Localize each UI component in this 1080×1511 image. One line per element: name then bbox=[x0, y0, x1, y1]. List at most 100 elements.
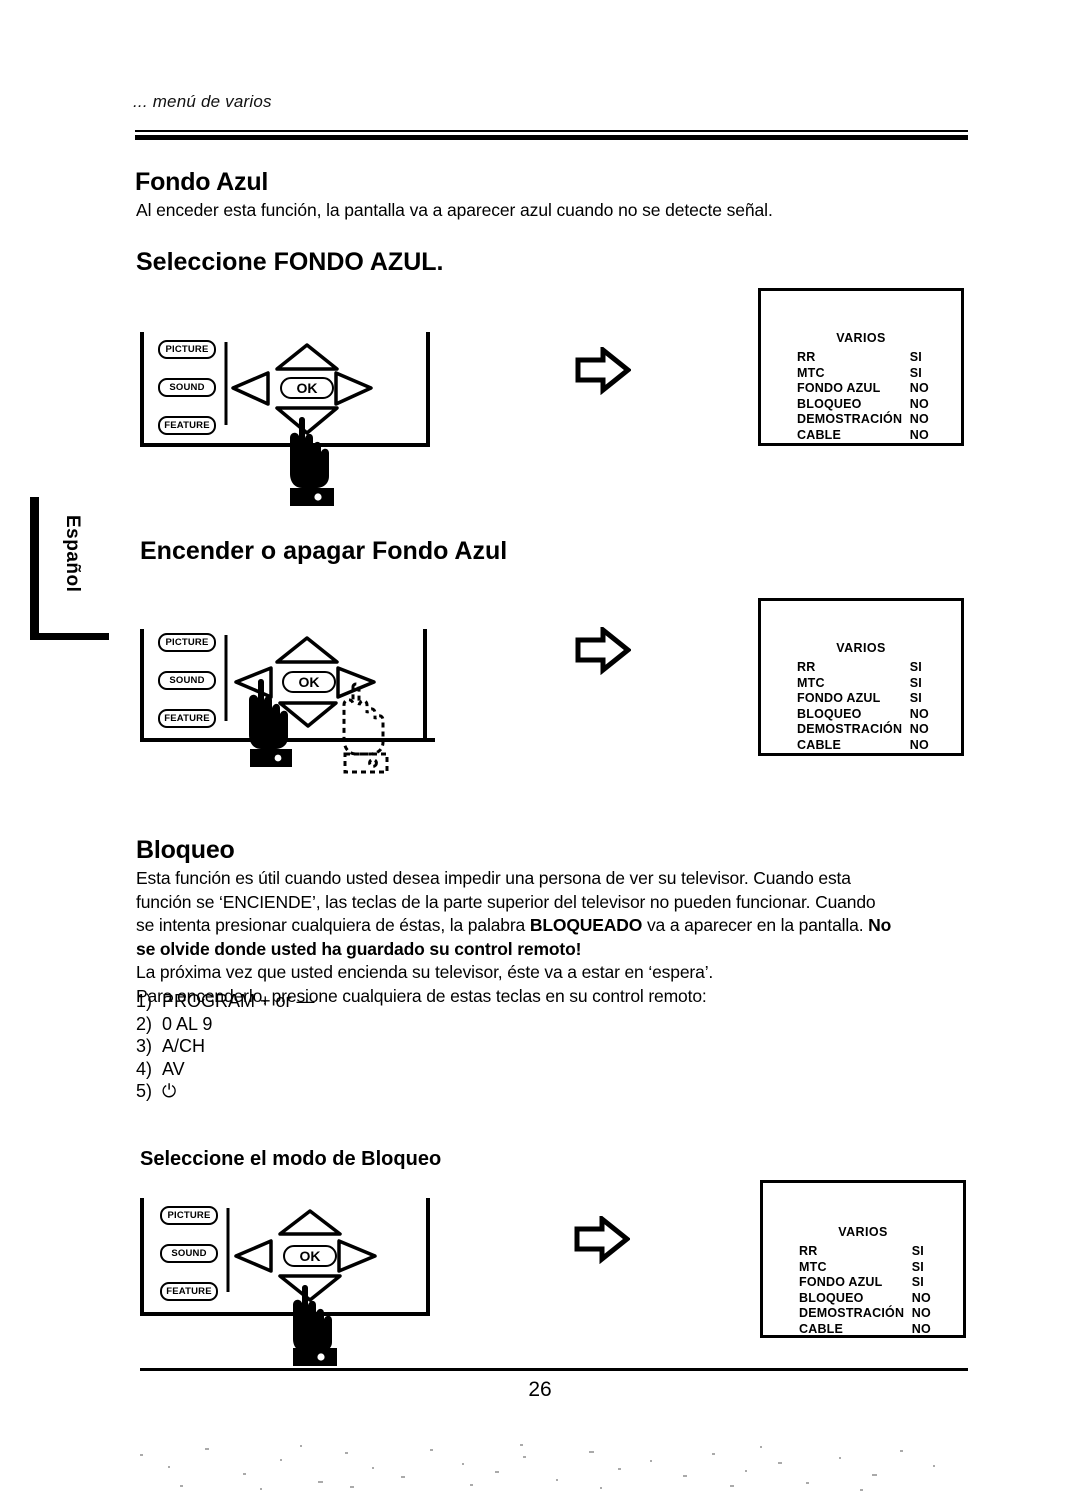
list-item: 3) A/CH bbox=[136, 1035, 315, 1058]
step-heading-seleccione-fondo-azul: Seleccione FONDO AZUL. bbox=[136, 248, 444, 276]
tv-menu-row-label: BLOQUEO bbox=[797, 706, 862, 721]
bloqueado-keyword: BLOQUEADO bbox=[529, 915, 643, 935]
bloqueo-paragraph-line-1: Esta función es útil cuando usted desea … bbox=[136, 868, 851, 888]
tv-menu-row-label: CABLE bbox=[797, 427, 842, 442]
step-heading-modo-bloqueo: Seleccione el modo de Bloqueo bbox=[140, 1148, 442, 1170]
bloqueo-warning-bold: se olvide donde usted ha guardado su con… bbox=[136, 938, 582, 959]
tv-menu-row-label: BLOQUEO bbox=[799, 1290, 864, 1305]
tv-screen-menu-2: VARIOS RR SI MTC SI FONDO AZUL SI BLOQUEO NO… bbox=[758, 598, 964, 756]
tv-menu-row-label: DEMOSTRACIÓN bbox=[797, 412, 903, 426]
page-number: 26 bbox=[528, 1378, 552, 1401]
tv-menu-row: BLOQUEO NO bbox=[799, 1291, 945, 1307]
language-tab-horizontal-bar bbox=[30, 633, 109, 640]
remote-button-ok-3[interactable]: OK bbox=[283, 1245, 337, 1267]
tv-menu-row-value: SI bbox=[909, 365, 922, 380]
bloqueo-paragraph-line-2: función se ‘ENCIENDE’, las teclas de la … bbox=[136, 891, 876, 912]
tv-menu-row-label: CABLE bbox=[799, 1321, 844, 1336]
tv-menu-row-value: SI bbox=[911, 1275, 924, 1289]
remote-button-sound-3[interactable]: SOUND bbox=[160, 1244, 218, 1263]
language-tab-label: Español bbox=[62, 515, 83, 593]
list-item-number: 2) bbox=[136, 1013, 153, 1034]
bloqueo-line3-no: No bbox=[868, 915, 892, 935]
remote-button-feature-3[interactable]: FEATURE bbox=[160, 1282, 218, 1301]
tv-menu-row: MTC SI bbox=[797, 676, 943, 692]
tv-menu-row-value: NO bbox=[909, 722, 929, 736]
running-head: ... menú de varios bbox=[133, 92, 272, 111]
tv-menu-row-label: FONDO AZUL bbox=[797, 691, 881, 705]
tv-menu-row: BLOQUEO NO bbox=[797, 707, 943, 723]
footer-rule bbox=[140, 1368, 968, 1371]
remote-button-picture-2[interactable]: PICTURE bbox=[158, 633, 216, 652]
remote-diagram-3: PICTURE SOUND FEATURE OK bbox=[140, 1192, 430, 1352]
tv-menu-row: CABLE NO bbox=[797, 738, 943, 754]
tv-menu-row: RR SI bbox=[797, 660, 943, 676]
tv-menu-row: DEMOSTRACIÓN NO bbox=[797, 722, 943, 738]
tv-menu-row: FONDO AZUL SI bbox=[797, 691, 943, 707]
bloqueo-paragraph-line-3: se intenta presionar cualquiera de éstas… bbox=[136, 914, 981, 938]
tv-menu-row-value: NO bbox=[911, 1290, 931, 1305]
list-item-number: 4) bbox=[136, 1058, 153, 1079]
tv-screen-menu-1: VARIOS RR SI MTC SI FONDO AZUL NO BLOQUEO NO… bbox=[758, 288, 964, 446]
ghost-hand-icon-2 bbox=[342, 682, 389, 774]
tv-menu-row-label: DEMOSTRACIÓN bbox=[797, 722, 903, 736]
language-tab-vertical-bar bbox=[30, 497, 39, 640]
bloqueo-line3-pre: se intenta presionar cualquiera de éstas… bbox=[136, 915, 530, 935]
bloqueo-paragraph-line-4: se olvide donde usted ha guardado su con… bbox=[136, 938, 981, 962]
tv-menu-row-value: SI bbox=[911, 1244, 924, 1258]
remote-button-picture-3[interactable]: PICTURE bbox=[160, 1206, 218, 1225]
pointing-hand-wrist-3 bbox=[293, 1348, 337, 1366]
tv-menu-row-label: RR bbox=[797, 350, 816, 364]
list-item-label: A/CH bbox=[162, 1036, 206, 1056]
step-heading-encender-apagar: Encender o apagar Fondo Azul bbox=[140, 537, 508, 565]
list-item: 2) 0 AL 9 bbox=[136, 1013, 315, 1036]
tv-menu-row-value: SI bbox=[909, 691, 922, 705]
power-symbol-icon: ⏻ bbox=[162, 1081, 177, 1101]
remote-button-ok-1[interactable]: OK bbox=[280, 377, 334, 399]
tv-menu-row-value: NO bbox=[909, 381, 929, 395]
tv-menu-row-label: MTC bbox=[799, 1259, 827, 1274]
tv-menu-row: FONDO AZUL SI bbox=[799, 1275, 945, 1291]
tv-menu-row-label: RR bbox=[797, 660, 816, 674]
header-rule-thick bbox=[135, 135, 968, 140]
remote-button-picture-1[interactable]: PICTURE bbox=[158, 340, 216, 359]
tv-menu-row-value: SI bbox=[909, 660, 922, 674]
section-heading-bloqueo: Bloqueo bbox=[136, 836, 235, 864]
remote-button-feature-1[interactable]: FEATURE bbox=[158, 416, 216, 435]
scan-speckle-artifact bbox=[140, 1444, 935, 1491]
tv-menu-title-3: VARIOS bbox=[838, 1225, 888, 1239]
tv-menu-row-value: NO bbox=[909, 737, 929, 752]
tv-menu-row-value: NO bbox=[909, 396, 929, 411]
list-item-number: 3) bbox=[136, 1036, 153, 1056]
tv-menu-row-value: NO bbox=[909, 427, 929, 442]
section-heading-fondo-azul: Fondo Azul bbox=[135, 168, 269, 196]
tv-menu-row-value: SI bbox=[909, 675, 922, 690]
list-item-label: PROGRAM + or — bbox=[162, 991, 315, 1011]
tv-menu-row-value: SI bbox=[911, 1259, 924, 1274]
remote-button-sound-2[interactable]: SOUND bbox=[158, 671, 216, 690]
list-item: 5) ⏻ bbox=[136, 1080, 315, 1103]
tv-menu-row: DEMOSTRACIÓN NO bbox=[797, 412, 943, 428]
bloqueo-key-list: 1) PROGRAM + or — 2) 0 AL 9 3) A/CH 4) AV 5)… bbox=[136, 990, 315, 1103]
list-item: 4) AV bbox=[136, 1058, 315, 1081]
tv-menu-row: RR SI bbox=[799, 1244, 945, 1260]
tv-menu-row-label: FONDO AZUL bbox=[797, 381, 881, 395]
bloqueo-line3-mid: va a aparecer en la pantalla. bbox=[642, 915, 869, 935]
flow-arrow-icon-3 bbox=[574, 1216, 630, 1264]
tv-menu-row: CABLE NO bbox=[797, 428, 943, 444]
tv-menu-row-value: NO bbox=[911, 1321, 931, 1336]
list-item-number: 5) bbox=[136, 1081, 153, 1101]
tv-menu-row: RR SI bbox=[797, 350, 943, 366]
tv-menu-row: BLOQUEO NO bbox=[797, 397, 943, 413]
list-item: 1) PROGRAM + or — bbox=[136, 990, 315, 1013]
list-item-label: AV bbox=[162, 1058, 185, 1079]
remote-button-sound-1[interactable]: SOUND bbox=[158, 378, 216, 397]
fondo-azul-intro: Al enceder esta función, la pantalla va … bbox=[136, 200, 773, 220]
remote-button-feature-2[interactable]: FEATURE bbox=[158, 709, 216, 728]
tv-menu-row-value: SI bbox=[909, 350, 922, 364]
list-item-label: 0 AL 9 bbox=[162, 1013, 213, 1034]
tv-menu-row-value: NO bbox=[909, 706, 929, 721]
flow-arrow-icon-2 bbox=[575, 627, 631, 675]
tv-menu-title-2: VARIOS bbox=[836, 641, 886, 655]
remote-button-ok-2[interactable]: OK bbox=[282, 671, 336, 693]
tv-menu-row: MTC SI bbox=[799, 1260, 945, 1276]
